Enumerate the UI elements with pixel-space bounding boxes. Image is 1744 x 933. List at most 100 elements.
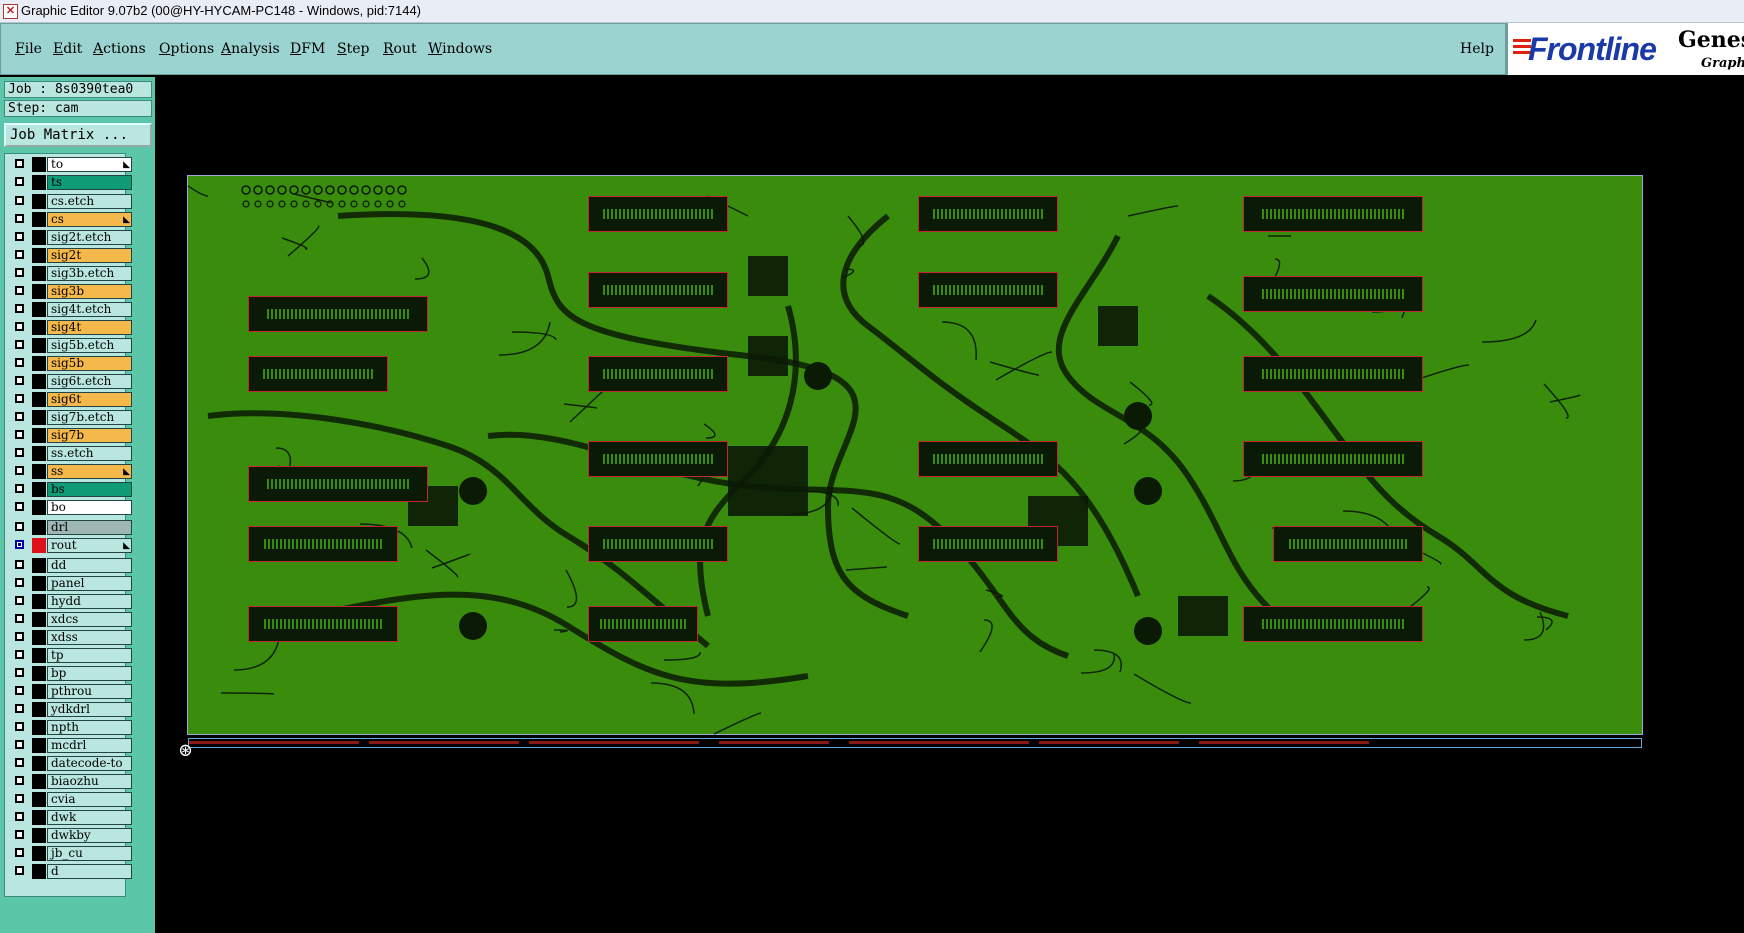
layer-checkbox[interactable]: [15, 830, 24, 839]
layer-name[interactable]: jb_cu: [47, 846, 132, 861]
layer-name[interactable]: sig5b.etch: [47, 338, 132, 353]
layer-name[interactable]: bs: [47, 482, 132, 497]
layer-name[interactable]: ydkdrl: [47, 702, 132, 717]
layer-name[interactable]: dd: [47, 558, 132, 573]
layer-checkbox[interactable]: [15, 286, 24, 295]
layer-color-swatch[interactable]: [32, 612, 46, 627]
layer-name[interactable]: to ◣: [47, 157, 132, 172]
layer-color-swatch[interactable]: [32, 194, 46, 209]
layer-checkbox[interactable]: [15, 250, 24, 259]
layer-color-swatch[interactable]: [32, 464, 46, 479]
layer-checkbox[interactable]: [15, 430, 24, 439]
layer-name[interactable]: ts: [47, 175, 132, 190]
layer-checkbox[interactable]: [15, 614, 24, 623]
layer-checkbox[interactable]: [15, 502, 24, 511]
layer-color-swatch[interactable]: [32, 756, 46, 771]
layer-color-swatch[interactable]: [32, 738, 46, 753]
layer-name[interactable]: cvia: [47, 792, 132, 807]
layer-name[interactable]: xdss: [47, 630, 132, 645]
layer-color-swatch[interactable]: [32, 446, 46, 461]
layer-color-swatch[interactable]: [32, 248, 46, 263]
layer-checkbox[interactable]: [15, 812, 24, 821]
job-matrix-button[interactable]: Job Matrix ...: [4, 123, 152, 147]
layer-name[interactable]: sig7b.etch: [47, 410, 132, 425]
layer-checkbox[interactable]: [15, 484, 24, 493]
layer-name[interactable]: datecode-to: [47, 756, 132, 771]
menu-rout[interactable]: Rout: [383, 41, 417, 57]
menu-options[interactable]: Options: [159, 41, 214, 57]
layer-checkbox[interactable]: [15, 522, 24, 531]
layer-checkbox[interactable]: [15, 196, 24, 205]
layer-checkbox[interactable]: [15, 412, 24, 421]
layer-color-swatch[interactable]: [32, 230, 46, 245]
menu-file[interactable]: File: [15, 41, 42, 57]
layer-color-swatch[interactable]: [32, 774, 46, 789]
layer-color-swatch[interactable]: [32, 428, 46, 443]
layer-color-swatch[interactable]: [32, 374, 46, 389]
menu-dfm[interactable]: DFM: [290, 41, 325, 57]
layer-name[interactable]: rout ◣: [47, 538, 132, 553]
layer-color-swatch[interactable]: [32, 320, 46, 335]
layer-name[interactable]: sig2t.etch: [47, 230, 132, 245]
layer-checkbox[interactable]: [15, 596, 24, 605]
layer-color-swatch[interactable]: [32, 558, 46, 573]
layer-checkbox[interactable]: [15, 686, 24, 695]
layer-checkbox[interactable]: [15, 650, 24, 659]
layer-color-swatch[interactable]: [32, 284, 46, 299]
menu-edit[interactable]: Edit: [53, 41, 82, 57]
layer-name[interactable]: biaozhu: [47, 774, 132, 789]
layer-name[interactable]: ss.etch: [47, 446, 132, 461]
layer-checkbox[interactable]: [15, 466, 24, 475]
layer-color-swatch[interactable]: [32, 648, 46, 663]
layer-checkbox[interactable]: [15, 358, 24, 367]
layer-color-swatch[interactable]: [32, 594, 46, 609]
layer-name[interactable]: cs.etch: [47, 194, 132, 209]
layer-name[interactable]: sig2t: [47, 248, 132, 263]
layer-list[interactable]: to ◣ ts cs.etch cs ◣ sig2t.etch sig2t sig3b.etch…: [4, 153, 132, 897]
layer-name[interactable]: sig5b: [47, 356, 132, 371]
layer-color-swatch[interactable]: [32, 175, 46, 190]
layer-name[interactable]: pthrou: [47, 684, 132, 699]
layer-color-swatch[interactable]: [32, 792, 46, 807]
menu-help[interactable]: Help: [1460, 41, 1494, 57]
layer-name[interactable]: ss ◣: [47, 464, 132, 479]
menu-step[interactable]: Step: [337, 41, 369, 57]
layer-color-swatch[interactable]: [32, 338, 46, 353]
layer-name[interactable]: sig4t.etch: [47, 302, 132, 317]
layer-name[interactable]: sig4t: [47, 320, 132, 335]
layer-color-swatch[interactable]: [32, 410, 46, 425]
layer-name[interactable]: bp: [47, 666, 132, 681]
layer-checkbox[interactable]: [15, 758, 24, 767]
layer-checkbox[interactable]: [15, 704, 24, 713]
layer-name[interactable]: hydd: [47, 594, 132, 609]
layer-checkbox[interactable]: [15, 232, 24, 241]
layer-name[interactable]: xdcs: [47, 612, 132, 627]
layer-color-swatch[interactable]: [32, 520, 46, 535]
layer-checkbox[interactable]: [15, 340, 24, 349]
layer-name[interactable]: sig6t.etch: [47, 374, 132, 389]
layer-color-swatch[interactable]: [32, 266, 46, 281]
layer-color-swatch[interactable]: [32, 500, 46, 515]
layer-color-swatch[interactable]: [32, 684, 46, 699]
layer-color-swatch[interactable]: [32, 828, 46, 843]
layer-checkbox[interactable]: [15, 376, 24, 385]
layer-name[interactable]: drl: [47, 520, 132, 535]
layer-checkbox[interactable]: [15, 268, 24, 277]
layer-color-swatch[interactable]: [32, 157, 46, 172]
layer-color-swatch[interactable]: [32, 810, 46, 825]
layer-color-swatch[interactable]: [32, 702, 46, 717]
menu-actions[interactable]: Actions: [93, 41, 146, 57]
layer-name[interactable]: panel: [47, 576, 132, 591]
layer-name[interactable]: sig7b: [47, 428, 132, 443]
layer-color-swatch[interactable]: [32, 666, 46, 681]
layer-color-swatch[interactable]: [32, 482, 46, 497]
layer-checkbox[interactable]: [15, 448, 24, 457]
layer-name[interactable]: sig3b: [47, 284, 132, 299]
layer-color-swatch[interactable]: [32, 356, 46, 371]
layer-checkbox[interactable]: [15, 540, 24, 549]
layer-name[interactable]: cs ◣: [47, 212, 132, 227]
layer-checkbox[interactable]: [15, 159, 24, 168]
layer-color-swatch[interactable]: [32, 392, 46, 407]
layer-color-swatch[interactable]: [32, 538, 46, 553]
layer-color-swatch[interactable]: [32, 846, 46, 861]
